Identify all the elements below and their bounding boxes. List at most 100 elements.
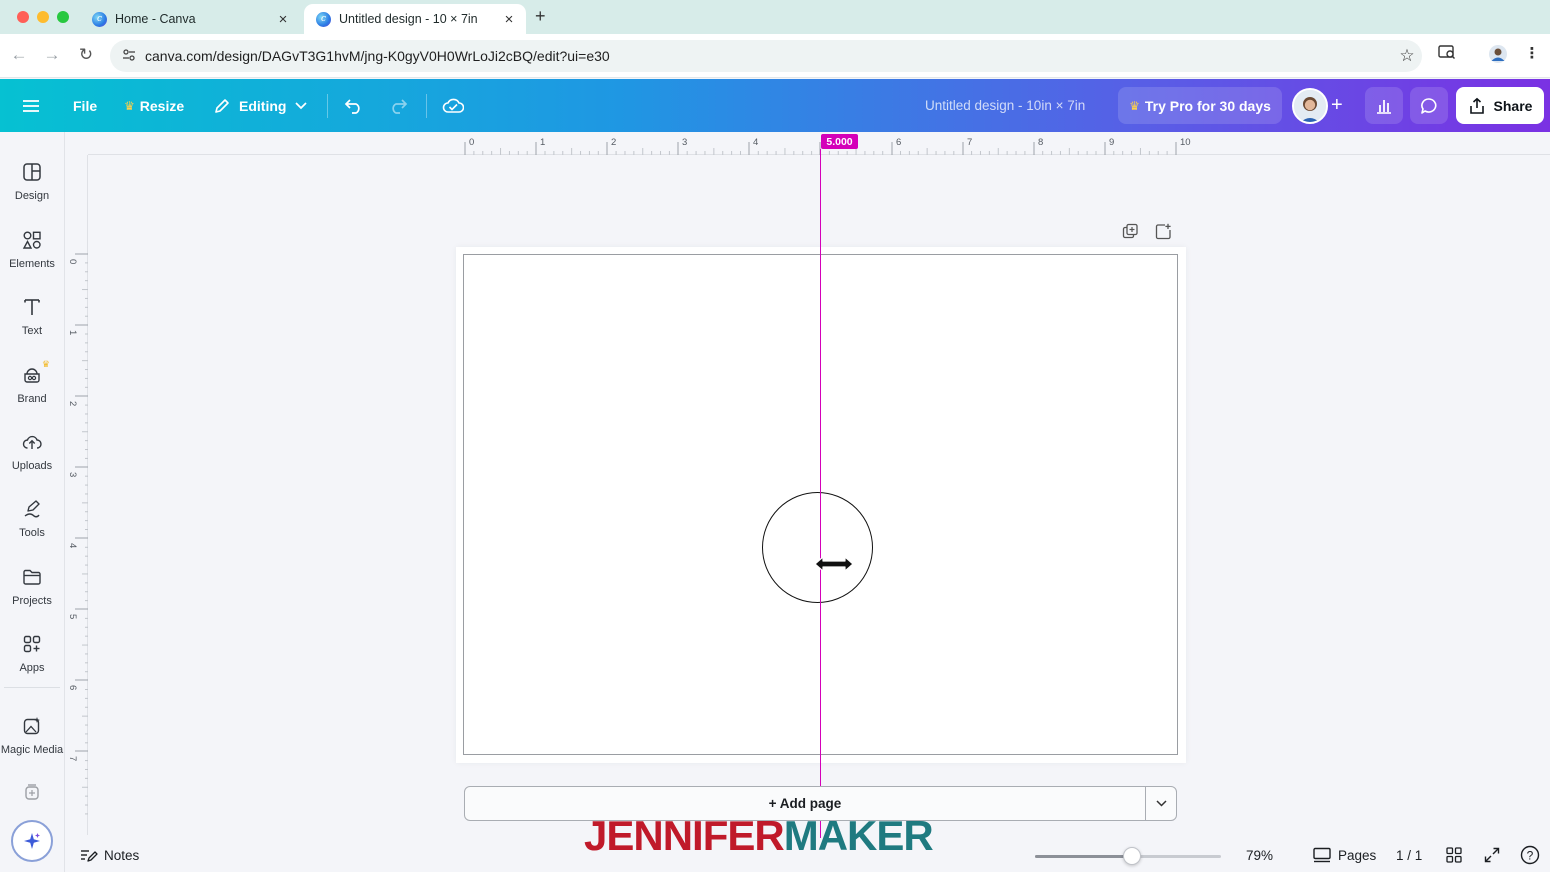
layers-icon: [20, 780, 44, 804]
layout-icon: [20, 160, 44, 184]
sidebar-item-label: Elements: [9, 258, 55, 270]
chevron-down-icon: [295, 101, 308, 109]
redo-icon[interactable]: [388, 79, 408, 132]
tab-close-icon[interactable]: ×: [498, 11, 520, 28]
share-label: Share: [1493, 97, 1533, 114]
url-text: canva.com/design/DAGvT3G1hvM/jng-K0gyV0H…: [145, 48, 610, 64]
add-page-icon[interactable]: [1152, 220, 1174, 242]
sidebar-item-projects[interactable]: Projects: [0, 557, 64, 619]
reload-icon[interactable]: ↻: [75, 45, 97, 65]
tab-title: Untitled design - 10 × 7in: [339, 12, 478, 26]
window-zoom-button[interactable]: [57, 11, 69, 23]
canva-header: File ♛ Resize Editing Untitled design - …: [0, 79, 1550, 132]
horizontal-ruler[interactable]: 0 1 2 3 4 6 7 8 9 10: [88, 132, 1550, 155]
magic-assistant-button[interactable]: [11, 820, 53, 862]
left-sidebar: Design Elements Text ♛ Brand Uploads Too…: [0, 132, 65, 872]
sidebar-item-label: Apps: [19, 662, 45, 674]
crown-icon: ♛: [124, 98, 135, 113]
browser-menu-icon[interactable]: ⋮: [1520, 44, 1544, 62]
duplicate-page-icon[interactable]: [1119, 220, 1141, 242]
design-title[interactable]: Untitled design - 10in × 7in: [925, 79, 1085, 132]
browser-tab-design[interactable]: c Untitled design - 10 × 7in ×: [304, 4, 526, 34]
add-page-dropdown[interactable]: [1145, 786, 1177, 821]
tab-search-icon[interactable]: [1435, 44, 1459, 64]
comments-button[interactable]: [1410, 87, 1448, 124]
sidebar-item-elements[interactable]: Elements: [0, 220, 64, 282]
sidebar-item-text[interactable]: Text: [0, 287, 64, 349]
sidebar-item-label: Tools: [19, 527, 45, 539]
zoom-slider-thumb[interactable]: [1122, 847, 1141, 865]
watermark-part-2: MAKER: [783, 812, 934, 859]
forward-arrow-icon[interactable]: →: [41, 45, 63, 65]
undo-icon[interactable]: [344, 79, 364, 132]
sidebar-item-brand[interactable]: ♛ Brand: [0, 355, 64, 417]
brand-icon: ♛: [20, 359, 50, 387]
share-button[interactable]: Share: [1456, 87, 1544, 124]
ruler-tick-label: 3: [682, 137, 688, 148]
canva-favicon: c: [92, 11, 107, 27]
svg-text:?: ?: [1527, 849, 1534, 863]
ruler-tick-label: 6: [896, 137, 902, 148]
file-menu-button[interactable]: File: [73, 79, 97, 132]
ruler-tick-label: 10: [1180, 137, 1191, 148]
profile-avatar-icon[interactable]: [1486, 44, 1510, 68]
pages-icon: [1313, 847, 1331, 863]
ruler-tick-label: 5: [67, 614, 78, 620]
ruler-tick-label: 7: [967, 137, 973, 148]
comment-icon: [1421, 97, 1437, 114]
apps-icon: [20, 632, 44, 656]
ruler-tick-label: 0: [67, 259, 78, 265]
ruler-tick-label: 0: [469, 137, 475, 148]
address-bar[interactable]: canva.com/design/DAGvT3G1hvM/jng-K0gyV0H…: [110, 40, 1422, 72]
zoom-percentage[interactable]: 79%: [1246, 838, 1273, 872]
crown-icon: ♛: [41, 359, 50, 369]
add-collaborator-icon[interactable]: +: [1331, 79, 1343, 132]
fullscreen-icon[interactable]: [1484, 838, 1500, 872]
sidebar-item-apps[interactable]: Apps: [0, 624, 64, 686]
magic-media-icon: [20, 714, 44, 738]
notes-button[interactable]: Notes: [80, 838, 139, 872]
grid-view-icon[interactable]: [1446, 838, 1462, 872]
notes-label: Notes: [104, 847, 140, 863]
sidebar-item-uploads[interactable]: Uploads: [0, 422, 64, 484]
sidebar-item-magic-media[interactable]: Magic Media: [0, 706, 64, 768]
sidebar-item-label: Projects: [12, 595, 52, 607]
site-settings-icon[interactable]: [118, 48, 140, 65]
main-menu-icon[interactable]: [22, 79, 40, 132]
window-minimize-button[interactable]: [37, 11, 49, 23]
text-icon: [20, 295, 44, 319]
circle-element[interactable]: [762, 492, 873, 603]
user-avatar[interactable]: [1292, 88, 1328, 124]
browser-tab-home[interactable]: c Home - Canva ×: [80, 4, 300, 34]
watermark-logo: JENNIFERMAKER: [584, 812, 934, 860]
ruler-tick-label: 1: [540, 137, 546, 148]
cloud-saved-icon[interactable]: [442, 79, 464, 132]
tab-title: Home - Canva: [115, 12, 196, 26]
vertical-ruler[interactable]: 0 1 2 3 4 5 6 7: [66, 155, 88, 835]
sidebar-item-design[interactable]: Design: [0, 152, 64, 214]
ruler-tick-label: 4: [753, 137, 759, 148]
try-pro-button[interactable]: ♛ Try Pro for 30 days: [1118, 87, 1282, 124]
help-icon[interactable]: ?: [1520, 838, 1540, 872]
sidebar-item-label: Brand: [17, 393, 47, 405]
pages-button[interactable]: Pages: [1313, 838, 1376, 872]
vertical-guide-line[interactable]: [820, 149, 821, 839]
sidebar-item-label: Design: [14, 190, 50, 202]
watermark-part-1: JENNIFER: [584, 812, 785, 859]
new-tab-icon[interactable]: +: [535, 6, 546, 27]
bookmark-star-icon[interactable]: ☆: [1392, 46, 1422, 66]
back-arrow-icon[interactable]: ←: [8, 45, 30, 65]
editing-mode-button[interactable]: Editing: [213, 79, 308, 132]
resize-button[interactable]: ♛ Resize: [124, 79, 184, 132]
chevron-down-icon: [1155, 800, 1167, 807]
cloud-upload-icon: [20, 430, 44, 454]
tab-close-icon[interactable]: ×: [272, 11, 294, 28]
ruler-tick-label: 1: [67, 330, 78, 336]
insights-button[interactable]: [1365, 87, 1403, 124]
window-close-button[interactable]: [17, 11, 29, 23]
sidebar-item-tools[interactable]: Tools: [0, 489, 64, 551]
ruler-tick-label: 8: [1038, 137, 1044, 148]
header-divider: [327, 94, 328, 118]
header-divider: [426, 94, 427, 118]
ruler-tick-label: 9: [1109, 137, 1115, 148]
